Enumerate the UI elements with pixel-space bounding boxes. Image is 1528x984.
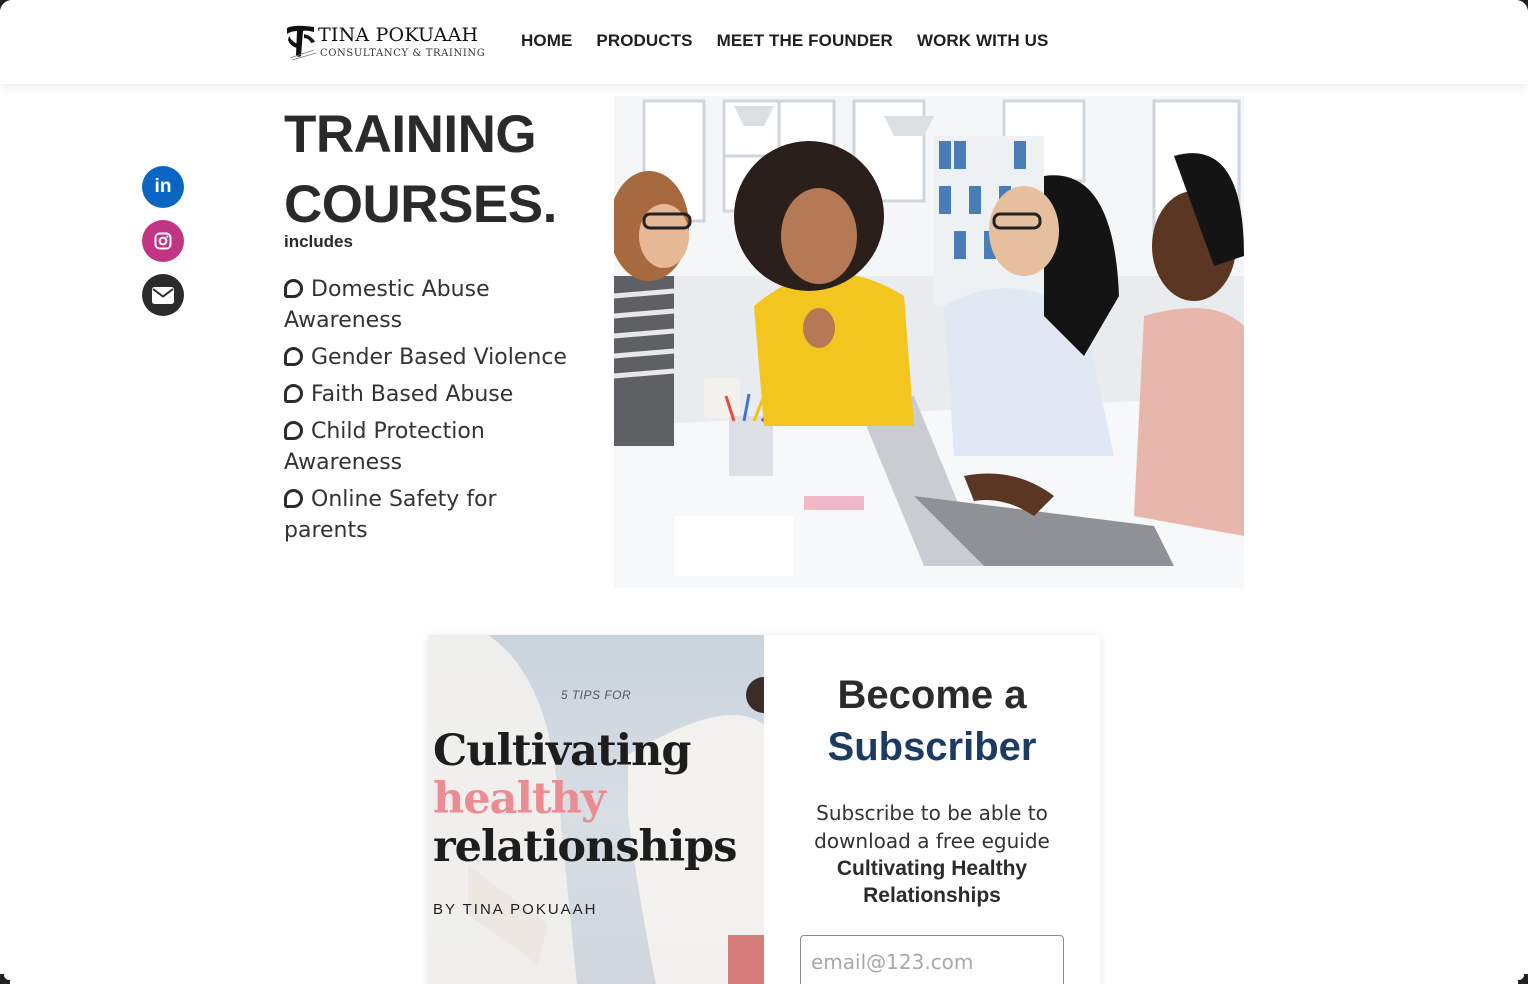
office-meeting-image [614,96,1244,588]
nav-home[interactable]: HOME [521,31,572,51]
list-item: Gender Based Violence [284,342,574,373]
course-label: Online Safety for parents [284,487,497,543]
speech-bubble-icon [284,279,303,298]
brand-name: TINA POKUAAH [318,24,479,46]
speech-bubble-icon [284,421,303,440]
main-nav: HOME PRODUCTS MEET THE FOUNDER WORK WITH… [521,31,1048,51]
social-links: in [142,166,184,316]
course-label: Child Protection Awareness [284,419,485,475]
course-label: Faith Based Abuse [311,382,514,407]
course-list: Domestic Abuse Awareness Gender Based Vi… [284,274,584,546]
ebook-title-line2: healthy [433,774,606,824]
subscribe-panel: Become a Subscriber Subscribe to be able… [764,635,1100,984]
subscribe-description: Subscribe to be able to download a free … [814,801,1050,853]
subscribe-heading-line1: Become a [837,673,1027,717]
envelope-glyph [152,286,174,304]
ebook-title-line1: Cultivating [433,726,691,776]
training-heading: TRAINING COURSES. [284,100,584,240]
envelope-icon[interactable] [142,274,184,316]
nav-meet-the-founder[interactable]: MEET THE FOUNDER [717,31,893,51]
nav-products[interactable]: PRODUCTS [596,31,692,51]
ebook-title: Cultivating healthy relationships [433,726,737,872]
nav-work-with-us[interactable]: WORK WITH US [917,31,1049,51]
training-heading-line1: TRAINING [284,105,537,164]
list-item: Domestic Abuse Awareness [284,274,574,336]
training-heading-line2: COURSES. [284,175,557,234]
site-header: TINA POKUAAH CONSULTANCY & TRAINING HOME… [0,0,1528,84]
speech-bubble-icon [284,384,303,403]
corner-mark-cut [1514,970,1524,980]
linkedin-icon[interactable]: in [142,166,184,208]
subscribe-guide-title: Cultivating Healthy Relationships [836,857,1028,907]
brand-logo[interactable]: TINA POKUAAH CONSULTANCY & TRAINING [284,22,500,62]
training-courses-section: TRAINING COURSES. includes Domestic Abus… [284,100,584,552]
course-label: Gender Based Violence [311,345,567,370]
ebook-author: BY TINA POKUAAH [433,901,598,918]
list-item: Online Safety for parents [284,484,574,546]
training-photo [614,96,1244,588]
brand-tagline: CONSULTANCY & TRAINING [320,48,486,59]
course-label: Domestic Abuse Awareness [284,277,490,333]
corner-mark-cut [4,970,14,980]
list-item: Faith Based Abuse [284,379,574,410]
speech-bubble-icon [284,489,303,508]
logo-mark-icon [287,25,317,60]
email-field[interactable] [800,935,1064,984]
subscribe-card: 5 TIPS FOR Cultivating healthy relations… [428,635,1100,984]
ebook-kicker: 5 TIPS FOR [560,688,632,702]
list-item: Child Protection Awareness [284,416,574,478]
subscribe-heading-line2: Subscriber [827,725,1037,769]
ebook-cover: 5 TIPS FOR Cultivating healthy relations… [428,635,764,984]
speech-bubble-icon [284,347,303,366]
instagram-icon[interactable] [142,220,184,262]
ebook-title-line3: relationships [433,822,737,872]
instagram-glyph [154,232,172,250]
